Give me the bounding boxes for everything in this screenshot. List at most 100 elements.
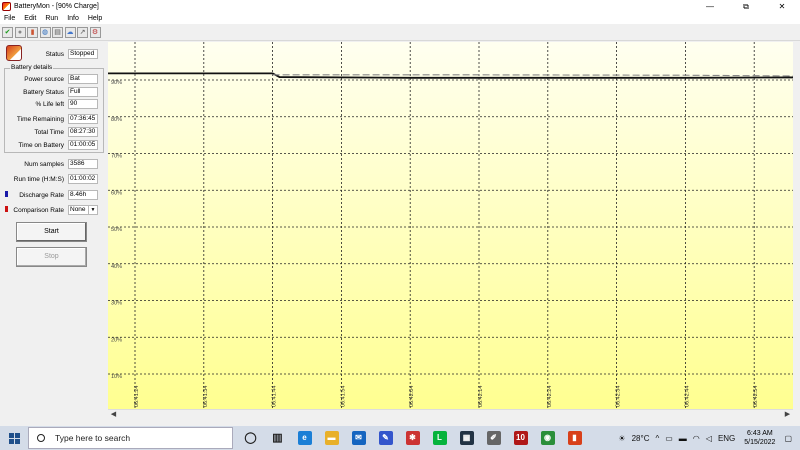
y-tick-label: 50% [111,227,122,233]
store-glyph: ▦ [459,431,474,445]
minimize-button[interactable]: — [692,0,728,13]
check-icon[interactable]: ✔ [2,27,13,38]
sidebar: Status Stopped Battery details Power sou… [0,42,108,412]
scroll-right-icon[interactable]: ▶ [782,410,793,420]
x-tick-label: 06:41:54 [340,386,346,407]
window-controls: — ⧉ ✕ [692,0,800,13]
clock-date: 5/15/2022 [744,439,776,446]
comparison-rate-value: None [68,205,89,215]
y-tick-label: 40% [111,264,122,270]
store-icon[interactable]: ▦ [456,427,478,449]
num-samples-label: Num samples [24,160,64,168]
time-on-battery-label: Time on Battery [18,141,64,149]
task-view-glyph: ▥ [272,432,283,444]
comparison-rate-label: Comparison Rate [13,206,64,214]
settings-battery-icon[interactable]: ⚙ [89,27,101,38]
task-view-icon[interactable]: ▥ [267,427,289,449]
x-tick-label: 06:41:44 [272,386,278,407]
menu-file[interactable]: File [4,15,15,22]
menu-run[interactable]: Run [45,15,58,22]
x-tick-label: 06:42:54 [753,386,759,407]
edge-icon[interactable]: e [294,427,316,449]
file-explorer-icon[interactable]: ▬ [321,427,343,449]
battery-details-title: Battery details [10,64,54,71]
line-icon[interactable]: L [429,427,451,449]
time-remaining-row: Time Remaining 07:36:45 [0,114,98,124]
time-on-battery-value: 01:00:05 [68,140,98,150]
battery-chart: 90% 80% 70% 60% 50% 40% 30% 20% 10% 06:41:24 06:41… [108,42,793,409]
line-glyph: L [432,431,447,445]
close-button[interactable]: ✕ [764,0,800,13]
total-time-value: 08:27:30 [68,127,98,137]
battery-status-row: Battery Status Full [0,87,98,97]
x-tick-label: 06:42:14 [478,386,484,407]
cortana-glyph: ◯ [244,432,257,444]
weather-temp[interactable]: 28°C [632,434,650,443]
mail-glyph: ✉ [351,431,366,445]
cloud-icon[interactable]: ☁ [64,27,76,38]
time-remaining-label: Time Remaining [16,115,64,123]
run-time-row: Run time (H:M:S) 01:00:02 [0,174,98,184]
network-icon[interactable]: ▭ [665,434,673,443]
comparison-rate-row: Comparison Rate None ▼ [0,205,98,215]
language-indicator[interactable]: ENG [718,434,735,443]
notification-icon[interactable]: ▢ [784,434,792,443]
scroll-left-icon[interactable]: ◀ [108,410,119,420]
num-samples-row: Num samples 3586 [0,159,98,169]
battery-icon[interactable]: ▮ [27,27,38,38]
y-tick-label: 80% [111,117,122,123]
taskbar-search[interactable]: Type here to search [28,427,233,449]
battery-status-value: Full [68,87,98,97]
taskbar-apps: ◯ ▥ e ▬ ✉ ✎ ✱ L ▦ ✐ 10 ◉ ▮ [237,427,588,449]
menu-bar: File Edit Run Info Help [0,13,800,24]
maximize-button[interactable]: ⧉ [728,0,764,13]
life-left-label: % Life left [35,100,64,108]
x-tick-label: 06:42:34 [616,386,622,407]
volume-icon[interactable]: ◁ [706,434,712,443]
windows-logo-icon [8,432,20,444]
arrow-icon[interactable]: ↗ [77,27,88,38]
chrome-icon[interactable]: ◉ [537,427,559,449]
y-tick-label: 70% [111,154,122,160]
horizontal-scrollbar[interactable]: ◀ ▶ [108,409,793,420]
batterymon-icon[interactable]: ▮ [564,427,586,449]
run-time-value: 01:00:02 [68,174,98,184]
system-tray: ☀ 28°C ^ ▭ ▬ ◠ ◁ ENG 6:43 AM 5/15/2022 ▢ [615,426,800,450]
jetbrains-glyph: ✱ [405,431,420,445]
wifi-icon[interactable]: ◠ [693,434,700,443]
app-10-icon[interactable]: 10 [510,427,532,449]
globe-icon[interactable]: ◍ [39,27,51,38]
time-remaining-value: 07:36:45 [68,114,98,124]
start-button[interactable]: Start [16,222,87,242]
file-explorer-glyph: ▬ [324,431,339,445]
comparison-rate-select[interactable]: None ▼ [68,205,98,215]
battery-tray-icon[interactable]: ▬ [679,434,687,443]
menu-help[interactable]: Help [88,15,102,22]
x-tick-label: 06:42:44 [684,386,690,407]
battery-status-label: Battery Status [23,88,64,96]
jetbrains-icon[interactable]: ✱ [402,427,424,449]
start-menu-button[interactable] [0,426,28,450]
title-bar: BatteryMon - [90% Charge] — ⧉ ✕ [0,0,800,13]
chevron-down-icon[interactable]: ▼ [89,205,98,215]
chevron-up-icon[interactable]: ^ [655,434,659,443]
menu-info[interactable]: Info [67,15,79,22]
status-row: Status Stopped [0,49,98,59]
total-time-label: Total Time [34,128,64,136]
clock[interactable]: 6:43 AM 5/15/2022 [744,429,775,447]
taskbar-search-placeholder: Type here to search [55,433,131,443]
mail-icon[interactable]: ✉ [348,427,370,449]
weather-icon[interactable]: ☀ [618,434,625,443]
menu-edit[interactable]: Edit [24,15,36,22]
y-tick-label: 10% [111,374,122,380]
life-left-value: 90 [68,99,98,109]
discharge-rate-value: 8.46h [68,190,98,200]
sketch-app-icon[interactable]: ✎ [375,427,397,449]
document-icon[interactable]: ▤ [52,27,63,38]
stop-button[interactable]: Stop [16,247,87,267]
taskbar: Type here to search ◯ ▥ e ▬ ✉ ✎ ✱ L ▦ ✐ 10 ◉ ▮ ☀ 28°… [0,426,800,450]
utility-icon[interactable]: ✐ [483,427,505,449]
gray-circle-icon[interactable]: ● [14,27,26,38]
cortana-icon[interactable]: ◯ [240,427,262,449]
y-tick-label: 60% [111,190,122,196]
